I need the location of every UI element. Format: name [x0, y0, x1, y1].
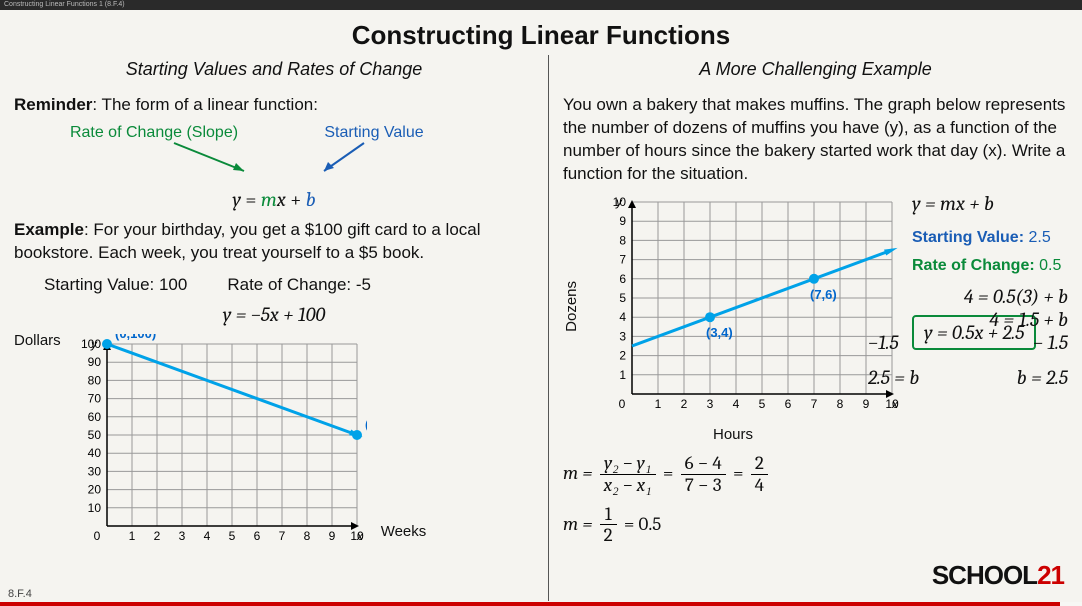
right-form-eq: y = mx + b	[912, 192, 1068, 215]
b-calc: 4 = 0.5(3) + b 4 = 1.5 + b −1.5− 1.5 2.5…	[868, 285, 1068, 389]
svg-text:9: 9	[328, 529, 335, 543]
svg-text:20: 20	[87, 482, 101, 496]
svg-text:6: 6	[619, 272, 626, 286]
right-roc-line: Rate of Change: 0.5	[912, 257, 1068, 275]
left-starting-value: Starting Value: 100	[44, 275, 187, 295]
svg-text:4: 4	[203, 529, 210, 543]
right-column: A More Challenging Example You own a bak…	[549, 55, 1082, 601]
arrow-diagram: Rate of Change (Slope) Starting Value	[14, 121, 534, 191]
example-label: Example	[14, 220, 84, 239]
window-titlebar: Constructing Linear Functions 1 (8.F.4)	[0, 0, 1082, 10]
svg-text:(0,100): (0,100)	[115, 334, 156, 341]
svg-text:8: 8	[303, 529, 310, 543]
svg-text:0: 0	[619, 397, 626, 411]
svg-text:2: 2	[153, 529, 160, 543]
svg-text:8: 8	[619, 233, 626, 247]
left-solved-eq: y = −5x + 100	[14, 303, 534, 326]
left-rate-of-change: Rate of Change: -5	[227, 275, 371, 295]
svg-text:x: x	[356, 529, 364, 543]
right-chart: 12345678910123456789100 xy(3,4)(7,6)	[592, 192, 902, 422]
svg-text:8: 8	[837, 397, 844, 411]
svg-text:3: 3	[707, 397, 714, 411]
start-label: Starting Value	[324, 124, 423, 141]
svg-text:3: 3	[619, 329, 626, 343]
svg-text:5: 5	[228, 529, 235, 543]
svg-text:0: 0	[93, 529, 100, 543]
svg-text:(7,6): (7,6)	[810, 287, 837, 302]
left-y-label: Dollars	[14, 332, 61, 349]
right-x-label: Hours	[563, 426, 903, 443]
page-title: Constructing Linear Functions	[0, 10, 1082, 51]
svg-text:1: 1	[655, 397, 662, 411]
svg-text:50: 50	[87, 428, 101, 442]
left-chart: 123456789101020304050607080901000 xy(0,1…	[67, 334, 367, 554]
slide: Constructing Linear Functions Starting V…	[0, 10, 1082, 606]
svg-text:y: y	[90, 337, 98, 351]
svg-text:9: 9	[863, 397, 870, 411]
left-chart-wrap: Dollars 12345678910102030405060708090100…	[14, 334, 534, 554]
svg-text:1: 1	[128, 529, 135, 543]
svg-text:80: 80	[87, 373, 101, 387]
left-subhead: Starting Values and Rates of Change	[14, 59, 534, 80]
svg-text:x: x	[891, 397, 899, 411]
example-line: Example: For your birthday, you get a $1…	[14, 219, 534, 265]
svg-text:7: 7	[811, 397, 818, 411]
svg-text:(10,50): (10,50)	[365, 417, 367, 432]
svg-text:(3,4): (3,4)	[706, 325, 733, 340]
left-column: Starting Values and Rates of Change Remi…	[0, 55, 549, 601]
right-sv-line: Starting Value: 2.5	[912, 229, 1068, 247]
linear-form-eq: y = mx + b	[14, 188, 534, 211]
right-subhead: A More Challenging Example	[563, 59, 1068, 80]
svg-text:60: 60	[87, 410, 101, 424]
svg-text:90: 90	[87, 355, 101, 369]
svg-text:6: 6	[785, 397, 792, 411]
svg-text:9: 9	[619, 214, 626, 228]
svg-text:4: 4	[733, 397, 740, 411]
reminder-line: Reminder: The form of a linear function:	[14, 94, 534, 117]
svg-text:10: 10	[87, 501, 101, 515]
corner-code: 8.F.4	[8, 588, 32, 600]
left-values-row: Starting Value: 100 Rate of Change: -5	[14, 275, 534, 295]
svg-text:2: 2	[619, 348, 626, 362]
slope-calc: m = y₂ − y₁x₂ − x₁ = 6 − 47 − 3 = 24	[563, 453, 1068, 496]
svg-text:7: 7	[278, 529, 285, 543]
svg-text:3: 3	[178, 529, 185, 543]
svg-text:5: 5	[619, 291, 626, 305]
brand-logo: SCHOOL21	[932, 560, 1064, 591]
video-progress-bar[interactable]	[0, 602, 1082, 606]
svg-text:40: 40	[87, 446, 101, 460]
left-x-label: Weeks	[381, 523, 427, 540]
svg-text:6: 6	[253, 529, 260, 543]
svg-text:5: 5	[759, 397, 766, 411]
svg-text:1: 1	[619, 368, 626, 382]
reminder-text: : The form of a linear function:	[92, 95, 318, 114]
slope-label: Rate of Change (Slope)	[70, 124, 238, 141]
right-body: You own a bakery that makes muffins. The…	[563, 94, 1068, 186]
reminder-label: Reminder	[14, 95, 92, 114]
svg-text:y: y	[615, 195, 623, 209]
example-text: : For your birthday, you get a $100 gift…	[14, 220, 481, 262]
svg-text:70: 70	[87, 391, 101, 405]
slope-calc-2: m = 12 = 0.5	[563, 504, 1068, 547]
svg-text:4: 4	[619, 310, 626, 324]
right-y-label: Dozens	[563, 281, 580, 332]
svg-text:7: 7	[619, 252, 626, 266]
svg-text:30: 30	[87, 464, 101, 478]
svg-text:2: 2	[681, 397, 688, 411]
